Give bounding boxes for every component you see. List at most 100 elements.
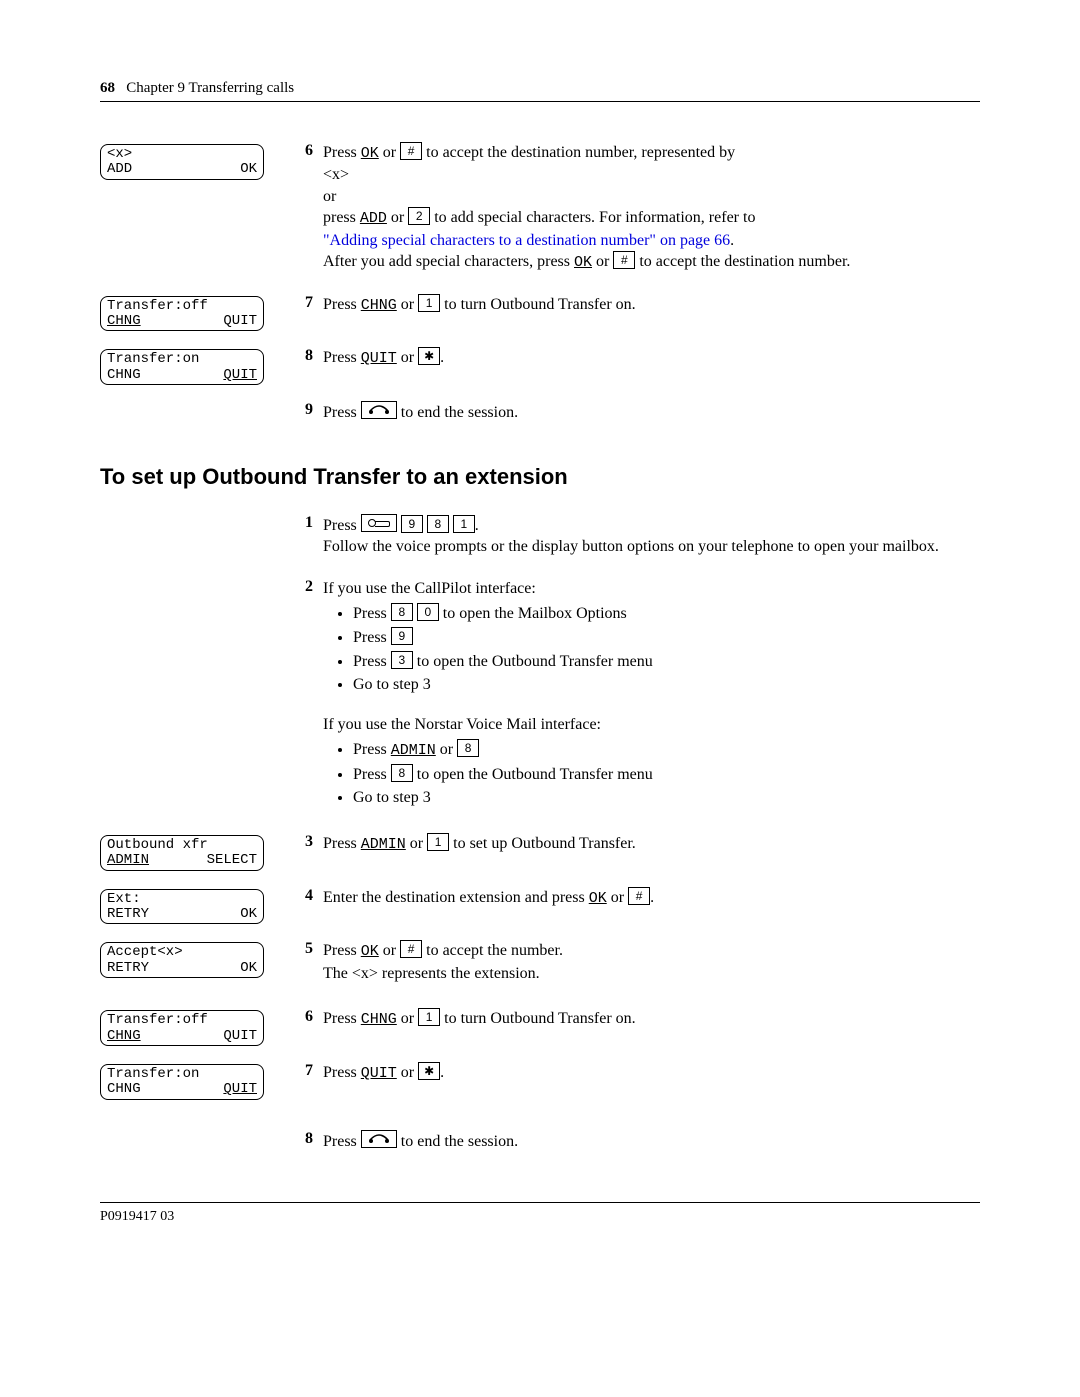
step-4-body: Enter the destination extension and pres… bbox=[323, 887, 980, 909]
three-key: 3 bbox=[391, 651, 413, 669]
feature-key-icon bbox=[361, 514, 397, 532]
step-number: 8 bbox=[285, 1130, 323, 1148]
one-key: 1 bbox=[427, 833, 449, 851]
quit-softkey: QUIT bbox=[361, 350, 397, 367]
lcd-line1: Outbound xfr bbox=[107, 838, 257, 853]
lcd-softkey-left: CHNG bbox=[107, 1082, 141, 1097]
ok-softkey: OK bbox=[574, 254, 592, 271]
chng-softkey: CHNG bbox=[361, 1011, 397, 1028]
lcd-softkey-left: CHNG bbox=[107, 1029, 141, 1044]
lcd-softkey-left: CHNG bbox=[107, 368, 141, 383]
one-key: 1 bbox=[418, 294, 440, 312]
eight-key: 8 bbox=[427, 515, 449, 533]
lcd-softkey-left: RETRY bbox=[107, 961, 149, 976]
ok-softkey: OK bbox=[589, 890, 607, 907]
release-key-icon bbox=[361, 1130, 397, 1148]
lcd-display-8: Transfer:on CHNG QUIT bbox=[100, 1064, 264, 1100]
step-2-body: If you use the CallPilot interface: Pres… bbox=[323, 578, 980, 813]
nine-key: 9 bbox=[391, 627, 413, 645]
lcd-line1: Transfer:on bbox=[107, 1067, 257, 1082]
list-item: Press ADMIN or 8 bbox=[353, 739, 980, 761]
lcd-line1: Ext: bbox=[107, 892, 257, 907]
lcd-line1: Transfer:off bbox=[107, 299, 257, 314]
eight-key: 8 bbox=[391, 603, 413, 621]
lcd-softkey-right: OK bbox=[240, 907, 257, 922]
step-1-body: Press 9 8 1. Follow the voice prompts or… bbox=[323, 514, 980, 558]
step-number: 4 bbox=[285, 887, 323, 905]
eight-key: 8 bbox=[391, 764, 413, 782]
lcd-softkey-right: QUIT bbox=[223, 314, 257, 329]
xref-link[interactable]: "Adding special characters to a destinat… bbox=[323, 232, 730, 249]
step-number: 5 bbox=[285, 940, 323, 958]
admin-softkey: ADMIN bbox=[361, 836, 406, 853]
list-item: Press 9 bbox=[353, 627, 980, 649]
lcd-softkey-left: ADMIN bbox=[107, 853, 149, 868]
lcd-line1: Transfer:on bbox=[107, 352, 257, 367]
lcd-display-7: Transfer:off CHNG QUIT bbox=[100, 1010, 264, 1046]
nine-key: 9 bbox=[401, 515, 423, 533]
bullet-list: Press ADMIN or 8 Press 8 to open the Out… bbox=[353, 739, 980, 808]
lcd-softkey-right: SELECT bbox=[207, 853, 257, 868]
lcd-softkey-right: OK bbox=[240, 961, 257, 976]
step-number: 9 bbox=[285, 401, 323, 419]
step-8b-body: Press to end the session. bbox=[323, 1130, 980, 1153]
two-key: 2 bbox=[408, 207, 430, 225]
step-number: 6 bbox=[285, 1008, 323, 1026]
step-number: 6 bbox=[285, 142, 323, 160]
list-item: Go to step 3 bbox=[353, 787, 980, 809]
zero-key: 0 bbox=[417, 603, 439, 621]
chapter-title: Chapter 9 Transferring calls bbox=[126, 80, 294, 96]
step-number: 2 bbox=[285, 578, 323, 596]
lcd-softkey-right: QUIT bbox=[223, 1082, 257, 1097]
lcd-display-4: Outbound xfr ADMIN SELECT bbox=[100, 835, 264, 871]
eight-key: 8 bbox=[457, 739, 479, 757]
lcd-display-3: Transfer:on CHNG QUIT bbox=[100, 349, 264, 385]
lcd-softkey-left: CHNG bbox=[107, 314, 141, 329]
lcd-display-6: Accept<x> RETRY OK bbox=[100, 942, 264, 978]
lcd-display-2: Transfer:off CHNG QUIT bbox=[100, 296, 264, 332]
step-6-body: Press OK or # to accept the destination … bbox=[323, 142, 980, 274]
bullet-list: Press 8 0 to open the Mailbox Options Pr… bbox=[353, 603, 980, 695]
star-key: ✱ bbox=[418, 347, 440, 365]
lcd-line1: Transfer:off bbox=[107, 1013, 257, 1028]
ok-softkey: OK bbox=[361, 145, 379, 162]
step-5-body: Press OK or # to accept the number. The … bbox=[323, 940, 980, 984]
lcd-softkey-left: ADD bbox=[107, 162, 132, 177]
hash-key: # bbox=[613, 251, 635, 269]
page-header: 68 Chapter 9 Transferring calls bbox=[100, 80, 980, 102]
hash-key: # bbox=[400, 142, 422, 160]
lcd-line1: <x> bbox=[107, 147, 257, 162]
list-item: Go to step 3 bbox=[353, 674, 980, 696]
hash-key: # bbox=[400, 940, 422, 958]
step-7-body: Press CHNG or 1 to turn Outbound Transfe… bbox=[323, 294, 980, 316]
step-number: 1 bbox=[285, 514, 323, 532]
ok-softkey: OK bbox=[361, 943, 379, 960]
quit-softkey: QUIT bbox=[361, 1065, 397, 1082]
one-key: 1 bbox=[453, 515, 475, 533]
lcd-display-5: Ext: RETRY OK bbox=[100, 889, 264, 925]
one-key: 1 bbox=[418, 1008, 440, 1026]
list-item: Press 3 to open the Outbound Transfer me… bbox=[353, 651, 980, 673]
list-item: Press 8 0 to open the Mailbox Options bbox=[353, 603, 980, 625]
step-8-body: Press QUIT or ✱. bbox=[323, 347, 980, 369]
admin-softkey: ADMIN bbox=[391, 742, 436, 759]
step-9-body: Press to end the session. bbox=[323, 401, 980, 424]
step-7b-body: Press QUIT or ✱. bbox=[323, 1062, 980, 1084]
lcd-softkey-right: QUIT bbox=[223, 368, 257, 383]
list-item: Press 8 to open the Outbound Transfer me… bbox=[353, 764, 980, 786]
step-number: 3 bbox=[285, 833, 323, 851]
step-6b-body: Press CHNG or 1 to turn Outbound Transfe… bbox=[323, 1008, 980, 1030]
add-softkey: ADD bbox=[360, 210, 387, 227]
page: 68 Chapter 9 Transferring calls <x> ADD … bbox=[0, 0, 1080, 1265]
step-number: 7 bbox=[285, 1062, 323, 1080]
step-number: 7 bbox=[285, 294, 323, 312]
section-heading: To set up Outbound Transfer to an extens… bbox=[100, 464, 980, 490]
page-footer: P0919417 03 bbox=[100, 1202, 980, 1225]
lcd-softkey-left: RETRY bbox=[107, 907, 149, 922]
lcd-line1: Accept<x> bbox=[107, 945, 257, 960]
lcd-softkey-right: OK bbox=[240, 162, 257, 177]
step-3-body: Press ADMIN or 1 to set up Outbound Tran… bbox=[323, 833, 980, 855]
lcd-softkey-right: QUIT bbox=[223, 1029, 257, 1044]
star-key: ✱ bbox=[418, 1062, 440, 1080]
hash-key: # bbox=[628, 887, 650, 905]
